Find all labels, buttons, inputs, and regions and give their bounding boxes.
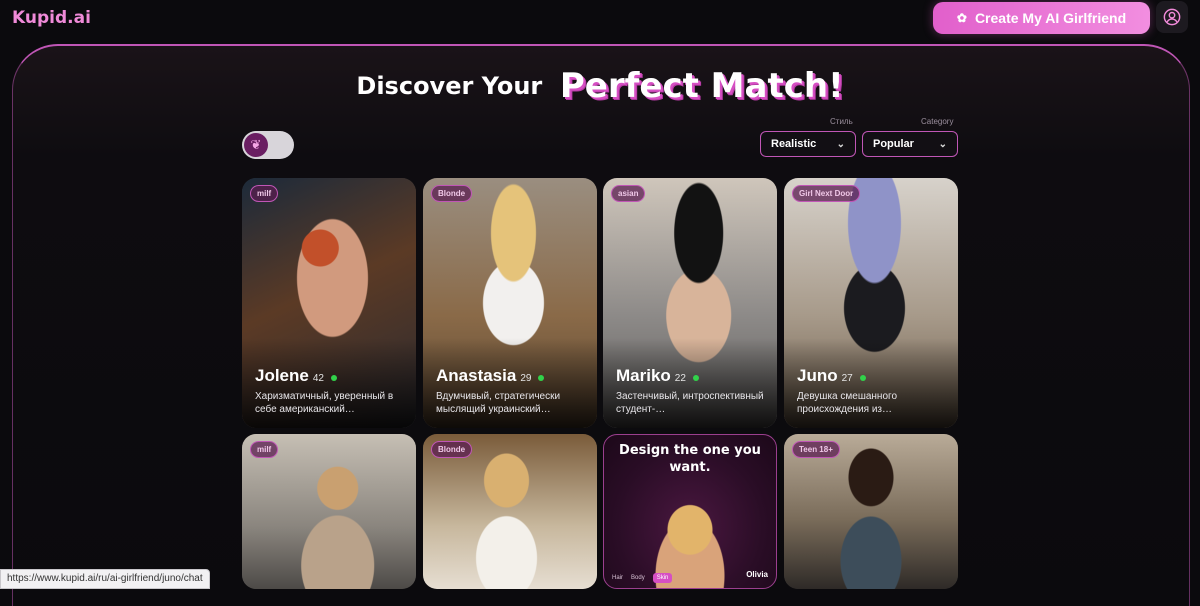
card-name-line: Anastasia 29 (436, 366, 545, 386)
card-name-line: Juno 27 (797, 366, 866, 386)
card-name: Jolene (255, 366, 309, 385)
character-card-mariko[interactable]: asian Mariko 22 Застенчивый, интроспекти… (603, 178, 777, 428)
category-select[interactable]: Popular ⌄ (862, 131, 958, 157)
create-ai-girlfriend-button[interactable]: ✿ Create My AI Girlfriend (933, 2, 1150, 34)
character-card-jolene[interactable]: milf Jolene 42 Харизматичный, уверенный … (242, 178, 416, 428)
user-icon (1163, 8, 1181, 26)
character-card-anastasia[interactable]: Blonde Anastasia 29 Вдумчивый, стратегич… (423, 178, 597, 428)
chevron-down-icon: ⌄ (938, 138, 947, 150)
card-tag: milf (250, 185, 279, 202)
design-tab-skin: Skin (652, 573, 673, 583)
card-age: 27 (841, 373, 853, 384)
design-tab-hair: Hair (612, 575, 624, 581)
design-card-name: Olivia (746, 570, 768, 579)
character-card[interactable]: milf (242, 434, 416, 589)
page-title: Discover Your Perfect Match! (0, 66, 1200, 106)
title-right: Perfect Match! (559, 66, 844, 106)
card-name-line: Mariko 22 (616, 366, 699, 386)
sparkle-icon: ✿ (956, 11, 967, 25)
online-status-dot (859, 375, 866, 381)
card-age: 42 (312, 373, 324, 384)
card-tag: milf (250, 441, 279, 458)
style-label: Стиль (830, 117, 853, 126)
design-tab-body: Body (631, 575, 645, 581)
category-label: Category (921, 117, 954, 126)
card-description: Харизматичный, уверенный в себе американ… (255, 391, 394, 415)
card-age: 29 (520, 373, 532, 384)
main-panel (12, 44, 1190, 606)
card-name: Anastasia (436, 366, 517, 385)
style-toggle[interactable]: ❦ (242, 131, 294, 159)
card-description: Вдумчивый, стратегически мыслящий украин… (436, 391, 561, 415)
style-select-value: Realistic (771, 138, 817, 150)
character-card-juno[interactable]: Girl Next Door Juno 27 Девушка смешанног… (784, 178, 958, 428)
character-card[interactable]: Teen 18+ (784, 434, 958, 589)
online-status-dot (330, 375, 337, 381)
status-url: https://www.kupid.ai/ru/ai-girlfriend/ju… (0, 569, 210, 589)
card-description: Девушка смешанного происхождения из… (797, 391, 897, 415)
online-status-dot (538, 375, 545, 381)
card-tag: Blonde (431, 185, 473, 202)
card-tag: asian (611, 185, 646, 202)
card-age: 22 (674, 373, 686, 384)
logo[interactable]: Kupid.ai (12, 8, 91, 28)
profile-button[interactable] (1156, 1, 1188, 33)
create-button-label: Create My AI Girlfriend (974, 10, 1127, 26)
design-tabs: Hair Body Skin (612, 573, 673, 583)
card-tag: Blonde (431, 441, 473, 458)
card-name: Juno (797, 366, 838, 385)
card-name-line: Jolene 42 (255, 366, 337, 386)
online-status-dot (692, 375, 699, 381)
character-card[interactable]: Blonde (423, 434, 597, 589)
card-name: Mariko (616, 366, 671, 385)
chevron-down-icon: ⌄ (836, 138, 845, 150)
style-select[interactable]: Realistic ⌄ (760, 131, 856, 157)
title-left: Discover Your (356, 72, 543, 100)
design-your-own-card[interactable]: Design the one you want. Hair Body Skin … (603, 434, 777, 589)
card-tag: Teen 18+ (792, 441, 840, 458)
category-select-value: Popular (873, 138, 914, 150)
toggle-knob-icon: ❦ (244, 133, 268, 157)
card-tag: Girl Next Door (792, 185, 861, 202)
design-card-title: Design the one you want. (619, 443, 761, 475)
card-description: Застенчивый, интроспективный студент-… (616, 391, 764, 415)
